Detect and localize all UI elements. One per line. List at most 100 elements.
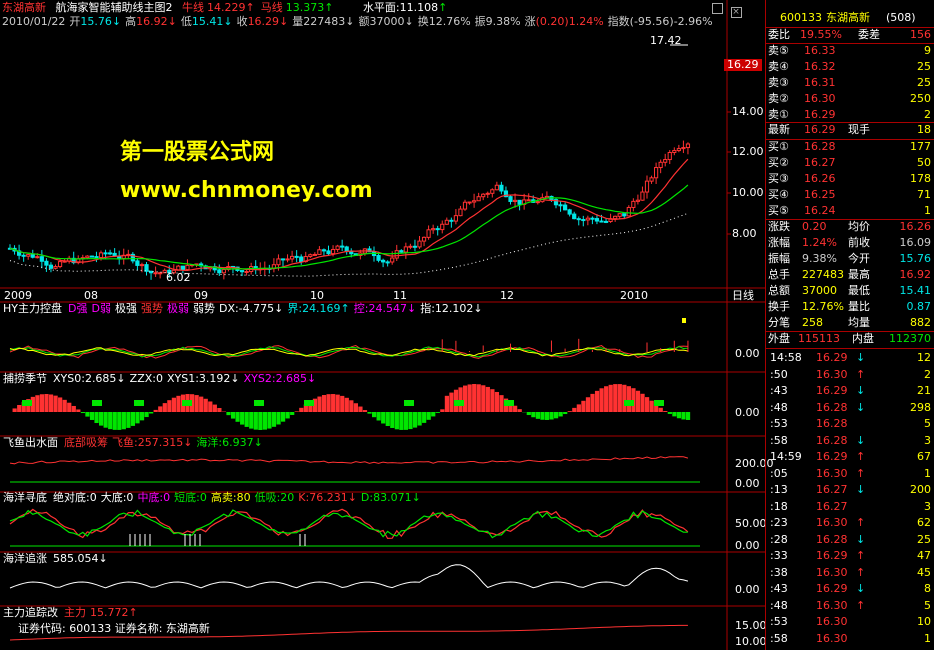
p2-bar: [599, 388, 604, 412]
p2-bar: [240, 412, 245, 425]
tick-row: :13 16.27 ↓ 200: [766, 482, 934, 498]
info-dir: ↓: [167, 15, 177, 28]
tick-price: 16.28: [816, 417, 848, 430]
date-axis-label: 12: [500, 289, 514, 302]
candle-body: [603, 220, 609, 223]
p2-bar: [590, 393, 595, 412]
candle-body: [112, 252, 117, 257]
stat-value: 12.76%: [802, 300, 844, 313]
tick-time: :58: [770, 631, 788, 645]
p2-bar: [253, 412, 258, 430]
p2-block: [404, 400, 414, 406]
candle-body: [399, 250, 404, 253]
p2-bar: [581, 400, 586, 412]
p2-bar: [199, 396, 204, 412]
p2-bar: [103, 412, 108, 428]
order-level: 卖②: [768, 92, 789, 105]
order-row[interactable]: 买④ 16.25 71: [766, 187, 934, 203]
weicha-label: 委差: [858, 28, 880, 41]
tick-row: :50 16.30 ↑ 2: [766, 367, 934, 383]
p2-bar: [481, 385, 486, 412]
order-volume: 25: [917, 76, 931, 89]
tick-dir: ↓: [856, 483, 866, 496]
title-line-1: 马线 13.373↑: [261, 1, 334, 14]
tick-price: 16.27: [816, 483, 848, 496]
candle-body: [681, 147, 686, 150]
candle-body: [381, 259, 386, 263]
restore-icon[interactable]: [712, 3, 723, 14]
p2-bar: [258, 412, 263, 430]
order-row[interactable]: 买② 16.27 50: [766, 155, 934, 171]
candle-body: [676, 148, 681, 152]
p2-bar: [262, 412, 267, 430]
info-key: 高: [125, 15, 137, 28]
p2-bar: [176, 395, 181, 412]
order-row[interactable]: 卖④ 16.32 25: [766, 59, 934, 75]
order-price: 16.29: [804, 108, 836, 121]
stat-value: 227483: [802, 268, 844, 281]
tick-volume: 3: [924, 433, 931, 447]
info-key: 换: [417, 15, 429, 28]
tick-dir: ↓: [856, 433, 866, 447]
candle-body: [317, 249, 322, 255]
order-row[interactable]: 卖③ 16.31 25: [766, 75, 934, 91]
order-row[interactable]: 卖② 16.30 250: [766, 91, 934, 107]
candle-body: [617, 213, 622, 217]
p2-bar: [476, 384, 481, 412]
order-price: 16.27: [804, 156, 836, 169]
stat-row: 分笔 258 均量 882: [766, 315, 934, 331]
candle-body: [390, 257, 395, 263]
stat-value2: 0.87: [906, 300, 932, 313]
candle-body: [462, 201, 468, 210]
order-price: 16.26: [804, 172, 836, 185]
order-row[interactable]: 买① 16.28 177: [766, 139, 934, 155]
candle-body: [285, 258, 290, 261]
panel-title-p6: 主力追踪改 主力 15.772↑: [3, 607, 142, 619]
candle-body: [508, 196, 513, 202]
info-dir: ↓: [111, 15, 122, 28]
p4-k-line: [9, 508, 689, 540]
p2-bar: [467, 384, 472, 412]
order-row[interactable]: 卖① 16.29 2: [766, 107, 934, 123]
info-item: 换12.76%: [418, 15, 471, 28]
tick-row: :33 16.29 ↑ 47: [766, 548, 934, 564]
p2-bar: [44, 394, 49, 412]
p2-bar: [540, 412, 545, 420]
tick-time: :28: [770, 532, 788, 546]
period-label[interactable]: 日线: [732, 290, 754, 302]
stat-label: 振幅: [768, 252, 790, 265]
candle-body: [654, 167, 659, 179]
panel-item: 底部吸筹: [64, 436, 108, 449]
tick-volume: 2: [924, 367, 931, 381]
stat-label2: 量比: [848, 300, 870, 313]
tick-dir: ↓: [856, 582, 866, 595]
candle-body: [435, 228, 440, 231]
close-icon[interactable]: ×: [730, 7, 742, 18]
tick-price: 16.30: [816, 565, 848, 579]
latest-price: 16.29: [804, 123, 836, 136]
p2-bar: [89, 412, 95, 420]
p2-block: [134, 400, 144, 406]
candle-body: [89, 255, 95, 258]
info-key: 低: [180, 15, 192, 28]
p2-bar: [645, 397, 650, 412]
p2-bar: [667, 412, 672, 414]
order-row[interactable]: 卖⑤ 16.33 9: [766, 43, 934, 59]
tick-volume: 47: [917, 549, 931, 562]
tick-time: :43: [770, 582, 788, 595]
order-row[interactable]: 买③ 16.26 178: [766, 171, 934, 187]
candle-body: [585, 217, 590, 221]
info-dir: ↓: [279, 15, 289, 28]
tick-price: 16.30: [816, 615, 848, 628]
kline-chart-area[interactable]: 东湖高新 航海家智能辅助线主图2 牛线 14.229↑ 马线 13.373↑ 水平面:…: [0, 0, 774, 650]
tick-price: 16.28: [816, 400, 848, 414]
p2-bar: [340, 395, 345, 412]
order-row[interactable]: 买⑤ 16.24 1: [766, 203, 934, 219]
tick-volume: 67: [917, 450, 931, 463]
tick-dir: ↓: [856, 400, 866, 414]
p2-bar: [39, 394, 45, 412]
candle-body: [103, 252, 108, 255]
p2-bar: [203, 398, 208, 412]
info-value: 9.38%: [485, 15, 521, 28]
tick-volume: 5: [924, 417, 931, 430]
